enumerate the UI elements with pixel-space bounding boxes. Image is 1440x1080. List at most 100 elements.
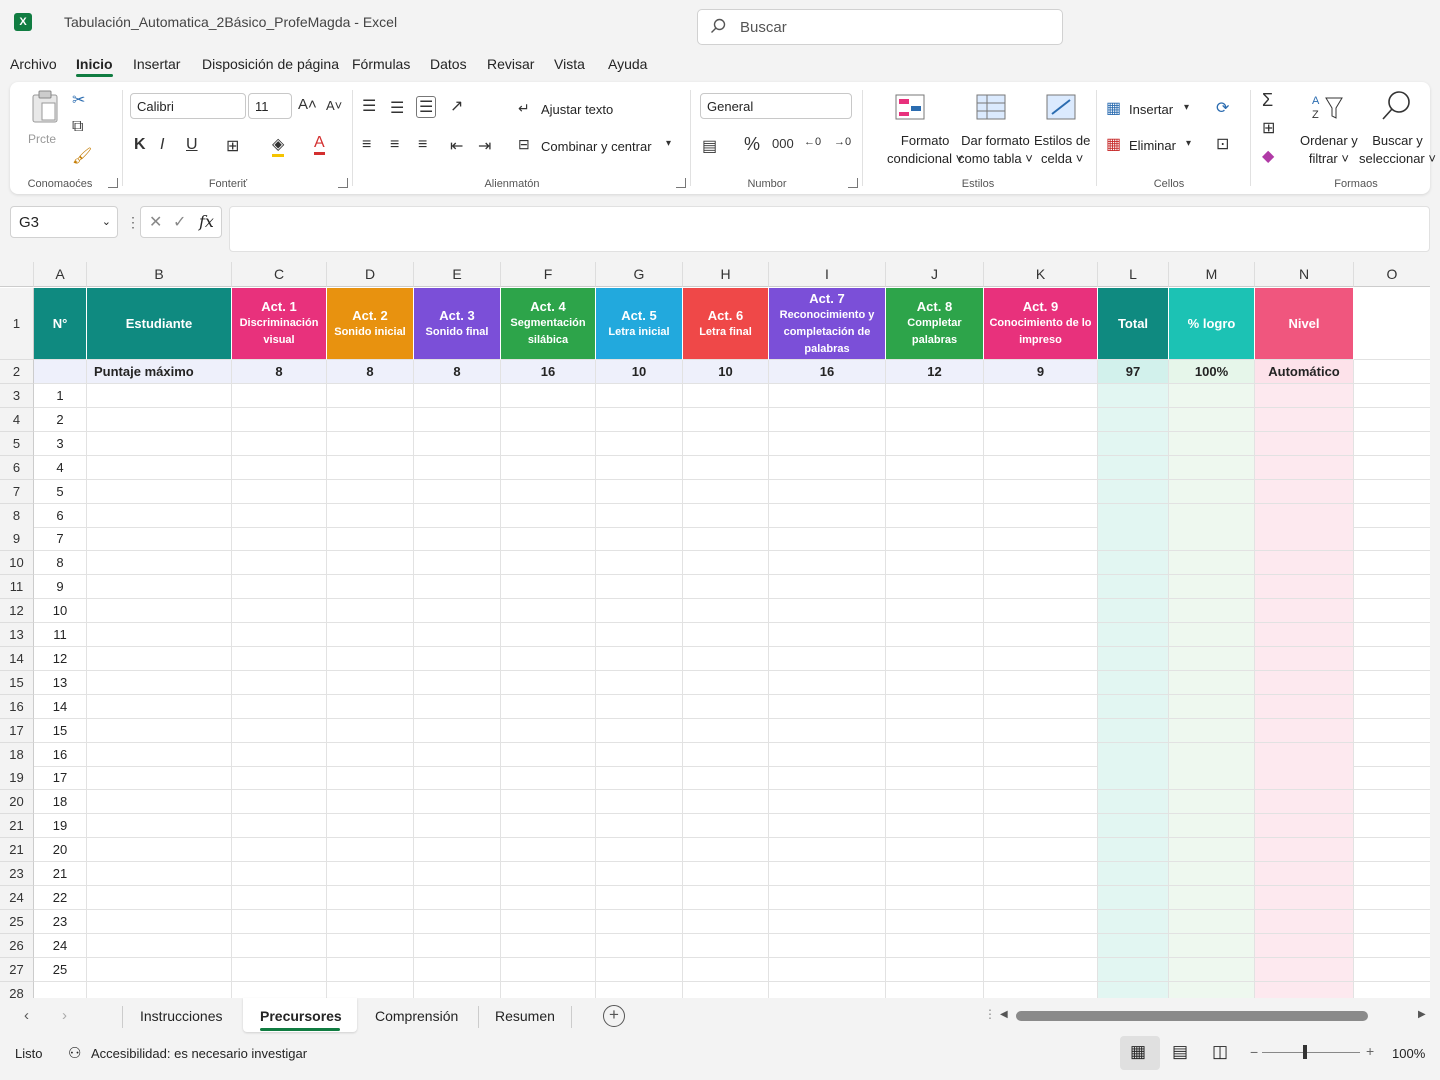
grid-cell[interactable]: [501, 766, 596, 791]
grid-cell[interactable]: [1354, 456, 1430, 480]
grid-cell[interactable]: [501, 670, 596, 695]
grid-cell[interactable]: [1169, 503, 1255, 528]
grid-cell[interactable]: [501, 909, 596, 934]
header-cell[interactable]: Total: [1098, 288, 1169, 360]
grid-cell[interactable]: [327, 909, 414, 934]
grid-cell[interactable]: [1354, 934, 1430, 958]
max-score-cell[interactable]: 8: [414, 360, 501, 384]
grid-cell[interactable]: [596, 694, 683, 719]
align-right-icon[interactable]: ≡: [418, 136, 427, 154]
student-number-cell[interactable]: 25: [34, 957, 87, 982]
grid-cell[interactable]: [1169, 742, 1255, 767]
grid-cell[interactable]: [984, 670, 1098, 695]
grid-cell[interactable]: [501, 431, 596, 456]
cell-format-icon[interactable]: ⊡: [1216, 134, 1229, 154]
grid-cell[interactable]: [414, 527, 501, 552]
grid-cell[interactable]: [1255, 527, 1354, 552]
cut-icon[interactable]: ✂: [72, 90, 85, 110]
grid-cell[interactable]: [984, 551, 1098, 576]
grid-cell[interactable]: [886, 957, 984, 982]
grid-cell[interactable]: [232, 981, 327, 998]
grid-cell[interactable]: [596, 909, 683, 934]
align-left-icon[interactable]: ≡: [362, 136, 371, 154]
insert-cells-icon[interactable]: ▦: [1106, 98, 1121, 118]
grid-cell[interactable]: [1169, 814, 1255, 839]
grid-cell[interactable]: [232, 742, 327, 767]
grid-cell[interactable]: [683, 431, 769, 456]
grid-cell[interactable]: [232, 384, 327, 408]
max-score-cell[interactable]: 9: [984, 360, 1098, 384]
grid-cell[interactable]: [984, 766, 1098, 791]
wrap-text-icon[interactable]: ↵: [518, 100, 530, 117]
grid-cell[interactable]: [1354, 384, 1430, 408]
paste-icon[interactable]: [30, 90, 60, 124]
grid-cell[interactable]: [1098, 670, 1169, 695]
max-score-cell[interactable]: 12: [886, 360, 984, 384]
grid-cell[interactable]: [683, 551, 769, 576]
grid-cell[interactable]: [683, 384, 769, 408]
grid-cell[interactable]: [232, 455, 327, 480]
format-as-table-label[interactable]: Dar formato como tabla ˅: [958, 132, 1033, 168]
row-header[interactable]: 2: [0, 360, 34, 384]
add-sheet-icon[interactable]: +: [603, 1005, 625, 1027]
column-header[interactable]: G: [596, 262, 683, 287]
grid-cell[interactable]: [232, 551, 327, 576]
find-select-label[interactable]: Buscar y seleccionar ˅: [1359, 132, 1436, 168]
paste-label[interactable]: Prcte: [28, 132, 56, 146]
grid-cell[interactable]: [414, 479, 501, 504]
grid-cell[interactable]: [769, 407, 886, 432]
column-header[interactable]: F: [501, 262, 596, 287]
grid-cell[interactable]: [414, 909, 501, 934]
row-header[interactable]: 24: [0, 885, 34, 910]
conditional-format-label[interactable]: Formato condicional ˅: [887, 132, 963, 168]
grid-cell[interactable]: [1255, 742, 1354, 767]
grid-cell[interactable]: [886, 527, 984, 552]
grid-cell[interactable]: [886, 742, 984, 767]
grid-cell[interactable]: [501, 646, 596, 671]
grid-cell[interactable]: [87, 407, 232, 432]
grid-cell[interactable]: [1255, 623, 1354, 647]
grid-cell[interactable]: [1169, 862, 1255, 886]
grid-cell[interactable]: [414, 599, 501, 624]
autosum-icon[interactable]: Σ: [1262, 90, 1273, 111]
student-number-cell[interactable]: 13: [34, 670, 87, 695]
grid-cell[interactable]: [87, 742, 232, 767]
scroll-right-icon[interactable]: ▶: [1418, 1009, 1426, 1020]
grid-cell[interactable]: [327, 670, 414, 695]
grid-cell[interactable]: [769, 646, 886, 671]
grid-cell[interactable]: [886, 384, 984, 408]
student-number-cell[interactable]: 10: [34, 599, 87, 624]
grid-cell[interactable]: [1098, 479, 1169, 504]
grid-cell[interactable]: [414, 718, 501, 743]
max-score-cell[interactable]: 10: [683, 360, 769, 384]
grid-cell[interactable]: [1255, 933, 1354, 958]
menu-vista[interactable]: Vista: [554, 56, 585, 72]
grid-cell[interactable]: [769, 575, 886, 600]
grid-cell[interactable]: [769, 790, 886, 815]
grid-cell[interactable]: [1098, 933, 1169, 958]
grid-cell[interactable]: [596, 527, 683, 552]
grid-cell[interactable]: [327, 455, 414, 480]
wrap-text-button[interactable]: Ajustar texto: [541, 102, 613, 117]
grid-cell[interactable]: [1255, 407, 1354, 432]
grid-cell[interactable]: [87, 814, 232, 839]
zoom-out-icon[interactable]: −: [1250, 1044, 1258, 1060]
grid-cell[interactable]: [232, 527, 327, 552]
grid-cell[interactable]: [87, 575, 232, 600]
grid-cell[interactable]: [414, 957, 501, 982]
grid-cell[interactable]: [984, 384, 1098, 408]
grid-cell[interactable]: [414, 981, 501, 998]
percent-icon[interactable]: %: [744, 134, 760, 155]
grid-cell[interactable]: [1255, 551, 1354, 576]
chevron-down-icon[interactable]: ▾: [1186, 138, 1191, 149]
row-header[interactable]: 21: [0, 814, 34, 839]
grid-cell[interactable]: [1169, 455, 1255, 480]
grid-cell[interactable]: [596, 957, 683, 982]
column-header[interactable]: C: [232, 262, 327, 287]
grid-cell[interactable]: [683, 503, 769, 528]
grid-cell[interactable]: [1169, 694, 1255, 719]
grid-cell[interactable]: [683, 646, 769, 671]
grid-cell[interactable]: [1255, 814, 1354, 839]
grid-cell[interactable]: [886, 933, 984, 958]
grid-cell[interactable]: [1354, 766, 1430, 791]
